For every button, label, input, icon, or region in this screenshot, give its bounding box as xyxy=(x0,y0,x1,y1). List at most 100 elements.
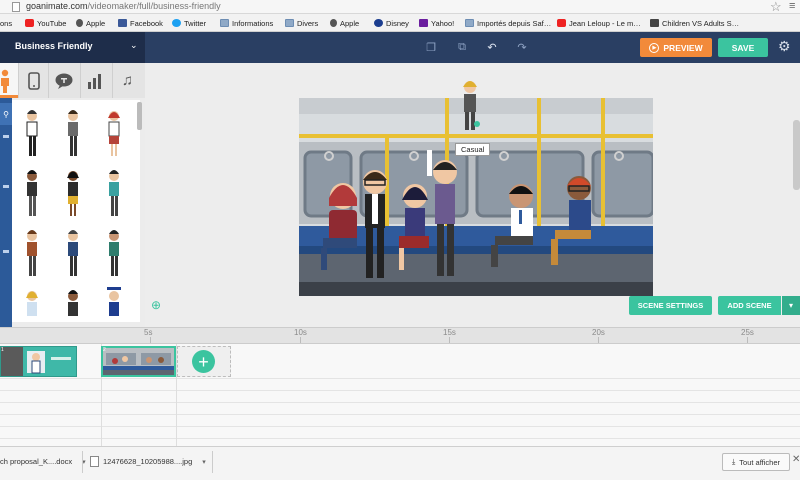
bookmark-item[interactable]: Jean Leloup - Le m… xyxy=(557,17,641,29)
bookmark-item[interactable]: Yahoo! xyxy=(419,17,454,29)
tick-mark xyxy=(598,337,599,343)
bookmark-star-icon[interactable]: ☆ xyxy=(770,0,782,15)
folder-icon xyxy=(285,19,294,27)
scene-number: 1 xyxy=(1,347,4,353)
bookmark-item[interactable]: Informations xyxy=(220,17,273,29)
bookmark-item[interactable]: YouTube xyxy=(25,17,66,29)
search-icon[interactable]: ⚲ xyxy=(0,103,12,125)
bookmark-label: Jean Leloup - Le m… xyxy=(569,18,641,28)
show-all-downloads-button[interactable]: ⤓ Tout afficher xyxy=(722,453,790,471)
scene-settings-button[interactable]: SCENE SETTINGS xyxy=(629,296,712,315)
character-thumb[interactable] xyxy=(68,230,78,276)
scene-2-preview xyxy=(103,348,174,375)
bookmark-label: Informations xyxy=(232,18,274,28)
character-tooltip: Casual xyxy=(455,143,491,156)
bookmark-label: Facebook xyxy=(130,18,163,28)
bookmark-item[interactable]: Facebook xyxy=(118,17,163,29)
preview-button[interactable]: ▶ PREVIEW xyxy=(640,38,712,57)
divider xyxy=(212,451,213,473)
facebook-icon xyxy=(118,19,127,27)
character-thumbnails xyxy=(26,110,121,316)
scene-thumbnail-selected[interactable] xyxy=(101,346,176,377)
character-thumb[interactable] xyxy=(27,170,37,216)
bookmark-item[interactable]: Apple xyxy=(76,17,105,29)
apple-icon xyxy=(330,19,337,27)
tab-audio[interactable]: ♫ xyxy=(112,63,142,98)
tick-mark xyxy=(150,337,151,343)
track-divider xyxy=(0,438,800,439)
add-scene-button[interactable]: ADD SCENE xyxy=(718,296,781,315)
twitter-icon xyxy=(172,19,181,27)
phone-icon xyxy=(27,71,40,90)
download-filename: 12476628_10205988....jpg xyxy=(103,457,193,466)
bookmark-item[interactable]: Apple xyxy=(330,17,359,29)
scene-thumbnail[interactable] xyxy=(0,346,77,377)
bookmark-item[interactable]: ons xyxy=(0,17,12,29)
bookmark-item[interactable]: Twitter xyxy=(172,17,206,29)
character-icon xyxy=(1,69,9,93)
bookmark-label: Importés depuis Saf… xyxy=(477,18,552,28)
character-thumb[interactable] xyxy=(68,110,78,156)
zoom-in-icon[interactable]: ⊕ xyxy=(151,298,161,312)
download-item[interactable]: ch proposal_K....docx ▾ xyxy=(0,453,86,470)
stage-scrollbar[interactable] xyxy=(793,120,800,190)
page-icon xyxy=(12,2,20,12)
tick-label: 5s xyxy=(144,328,153,337)
url-text[interactable]: goanimate.com/videomaker/full/business-f… xyxy=(26,1,221,11)
gear-icon[interactable]: ⚙ xyxy=(778,38,791,55)
tab-characters[interactable] xyxy=(0,63,18,98)
save-button[interactable]: SAVE xyxy=(718,38,768,57)
character-thumb[interactable] xyxy=(67,171,79,216)
speech-bubble-icon xyxy=(55,73,72,89)
character-thumb[interactable] xyxy=(109,170,119,216)
track-divider xyxy=(0,402,800,403)
tick-mark xyxy=(300,337,301,343)
character-thumb[interactable] xyxy=(27,230,37,276)
tick-mark xyxy=(747,337,748,343)
strip-marker xyxy=(3,135,9,138)
dragged-character[interactable] xyxy=(460,80,480,132)
tab-props[interactable] xyxy=(18,63,48,98)
chevron-down-icon[interactable]: ▾ xyxy=(782,296,800,315)
paste-icon[interactable]: ⧉ xyxy=(451,37,473,57)
bookmark-label: Twitter xyxy=(184,18,207,28)
tab-charts[interactable] xyxy=(80,63,110,98)
track-divider xyxy=(0,414,800,415)
character-thumb[interactable] xyxy=(109,230,119,276)
character-thumb[interactable] xyxy=(26,291,38,316)
preview-label: PREVIEW xyxy=(663,42,703,53)
copy-icon[interactable]: ❐ xyxy=(420,37,442,57)
menu-icon[interactable]: ≡ xyxy=(789,0,795,12)
character-thumb[interactable] xyxy=(26,110,38,156)
redo-icon[interactable]: ↷ xyxy=(511,37,533,57)
close-icon[interactable]: ✕ xyxy=(792,454,800,465)
character-thumb[interactable] xyxy=(68,290,78,316)
track-divider xyxy=(0,390,800,391)
library-scrollbar[interactable] xyxy=(137,102,142,130)
casual-character-icon xyxy=(463,81,480,130)
tick-label: 15s xyxy=(443,328,456,337)
bookmark-item[interactable]: Divers xyxy=(285,17,318,29)
bookmark-label: YouTube xyxy=(37,18,67,28)
bookmark-item[interactable]: Disney xyxy=(374,17,409,29)
bookmark-item[interactable]: Children VS Adults S… xyxy=(650,17,739,29)
bookmark-label: Apple xyxy=(340,18,360,28)
folder-icon xyxy=(220,19,229,27)
add-icon[interactable]: + xyxy=(192,350,215,373)
undo-icon[interactable]: ↶ xyxy=(481,37,503,57)
scene-1-preview xyxy=(1,347,71,376)
divider xyxy=(82,451,83,473)
chevron-down-icon[interactable]: ⌄ xyxy=(130,40,138,51)
disney-icon xyxy=(374,19,383,27)
tab-speech[interactable] xyxy=(48,63,78,98)
bookmark-item[interactable]: Importés depuis Saf… xyxy=(465,17,551,29)
character-thumb[interactable] xyxy=(108,111,120,156)
bookmark-label: Disney xyxy=(386,18,409,28)
timeline-ruler[interactable] xyxy=(0,327,800,344)
chevron-down-icon[interactable]: ▾ xyxy=(202,458,206,466)
tick-label: 25s xyxy=(741,328,754,337)
youtube-icon xyxy=(25,19,34,27)
track-divider xyxy=(0,378,800,379)
character-thumb[interactable] xyxy=(107,287,121,316)
download-item[interactable]: 12476628_10205988....jpg ▾ xyxy=(90,453,206,470)
